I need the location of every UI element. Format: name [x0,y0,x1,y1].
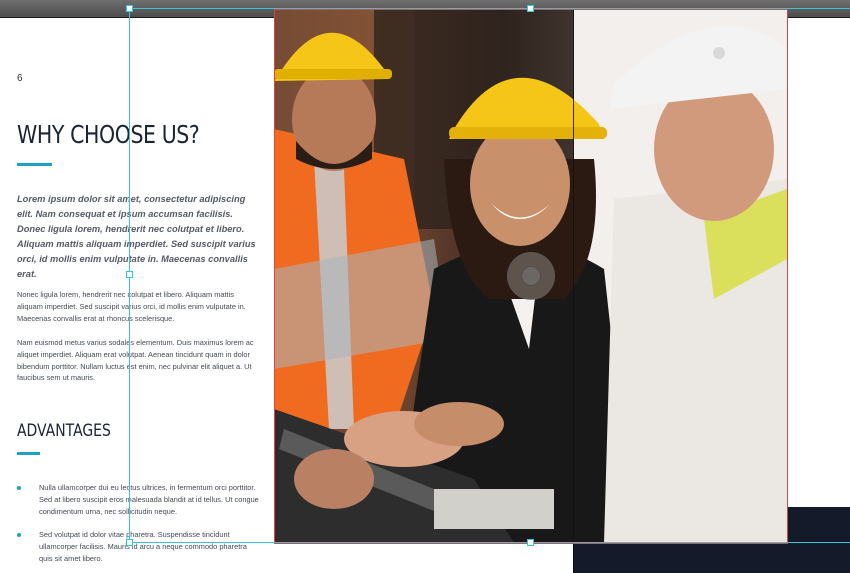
bullet-icon [17,533,21,537]
advantages-heading[interactable]: ADVANTAGES [17,421,111,441]
advantages-accent-bar [17,452,40,455]
resize-handle-bottom-left[interactable] [126,539,133,546]
resize-handle-middle-left[interactable] [126,271,133,278]
advantage-list-item[interactable]: Sed volutpat id dolor vitae pharetra. Su… [17,529,267,564]
resize-handle-top-left[interactable] [126,5,133,12]
page-title[interactable]: WHY CHOOSE US? [17,120,200,149]
intro-paragraph[interactable]: Lorem ipsum dolor sit amet, consectetur … [17,192,257,282]
bullet-icon [17,486,21,490]
advantage-text: Sed volutpat id dolor vitae pharetra. Su… [39,530,247,563]
body-paragraph-2[interactable]: Nam euismod metus varius sodales element… [17,337,261,384]
content-grabber-icon[interactable] [507,252,555,300]
page-number: 6 [17,73,23,84]
title-accent-bar [17,163,52,166]
body-paragraph-1[interactable]: Nonec ligula lorem, hendrerit nec colutp… [17,289,261,324]
selection-bottom-edge[interactable] [129,542,850,543]
content-grabber-center[interactable] [521,266,541,286]
advantage-list-item[interactable]: Nulla ullamcorper dui eu lectus ultrices… [17,482,267,517]
resize-handle-top-center[interactable] [527,5,534,12]
selection-top-edge[interactable] [129,8,850,9]
advantage-text: Nulla ullamcorper dui eu lectus ultrices… [39,483,259,516]
resize-handle-bottom-center[interactable] [527,539,534,546]
